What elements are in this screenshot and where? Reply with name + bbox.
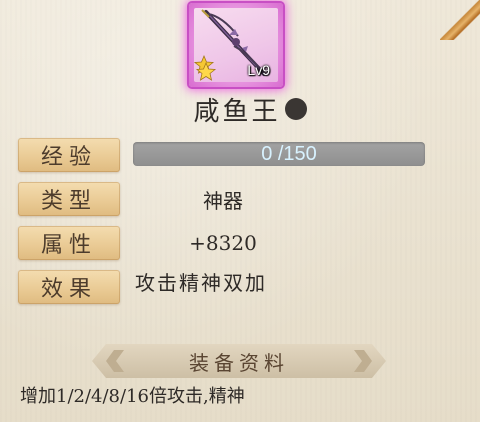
item-level-text: Lv9 (247, 62, 270, 78)
type-label: 类型 (18, 182, 120, 216)
item-icon-background: Lv9 (194, 8, 278, 82)
attribute-label: 属性 (18, 226, 120, 260)
experience-bar: 0 /150 (133, 142, 425, 166)
item-name-row: 咸鱼王 (0, 92, 480, 127)
attribute-value: +8320 (189, 231, 257, 255)
equipment-description: 增加1/2/4/8/16倍攻击,精神 (20, 386, 245, 407)
effect-value: 攻击精神双加 (135, 270, 267, 295)
item-name: 咸鱼王 (193, 96, 281, 127)
item-icon-frame[interactable]: Lv9 (189, 3, 283, 87)
effect-label: 效果 (18, 270, 120, 304)
panel-corner-ornament (440, 0, 480, 40)
section-title: 装备资料 (189, 350, 289, 375)
type-value: 神器 (203, 188, 243, 213)
section-header-banner: 装备资料 (92, 344, 386, 378)
rank-stars-icon (194, 54, 217, 81)
experience-value: 0 /150 (261, 142, 317, 165)
item-rarity-dot (284, 98, 307, 120)
experience-label: 经验 (18, 138, 120, 172)
